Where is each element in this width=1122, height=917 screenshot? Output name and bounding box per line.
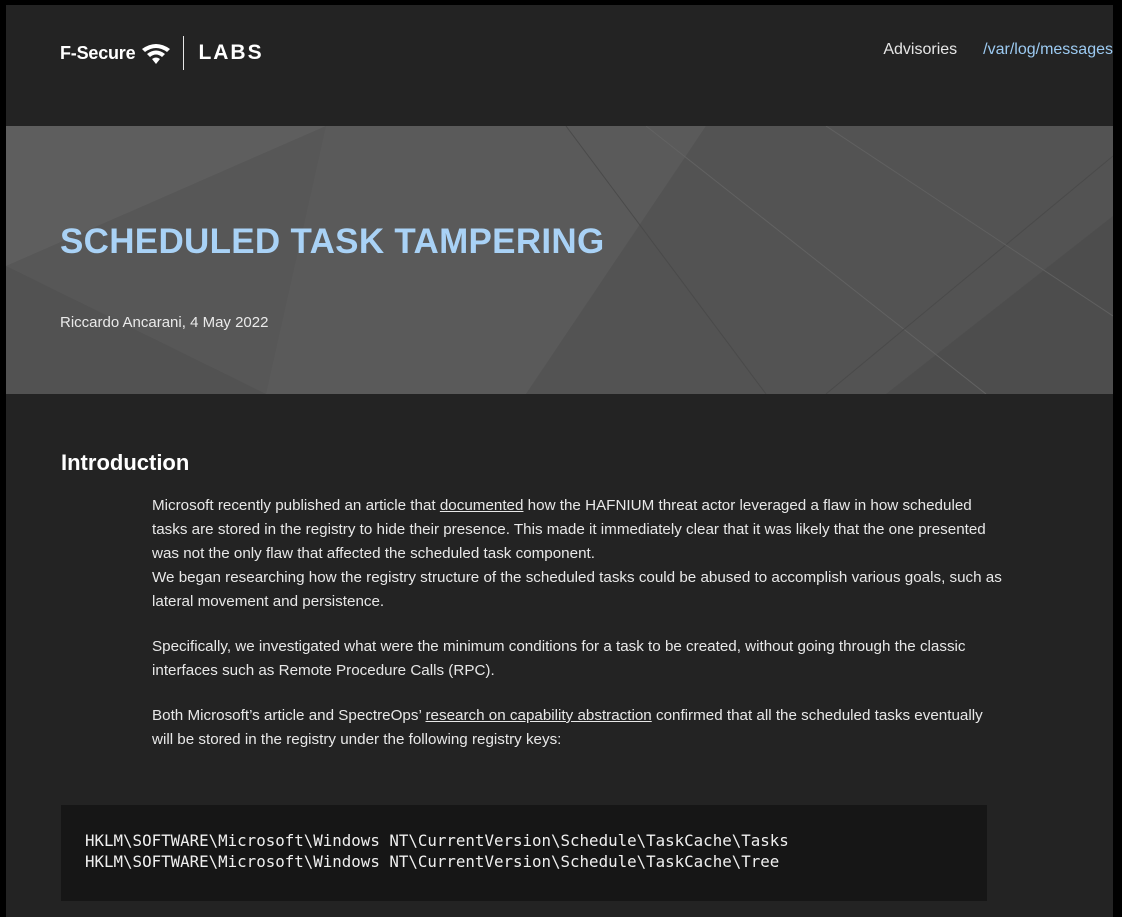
article-body: Introduction Microsoft recently publishe… bbox=[6, 394, 1113, 917]
main-nav: Advisories /var/log/messages bbox=[883, 41, 1113, 59]
section-heading-introduction: Introduction bbox=[61, 450, 190, 475]
code-line-tasks: HKLM\SOFTWARE\Microsoft\Windows NT\Curre… bbox=[85, 831, 789, 850]
article-text: Microsoft recently published an article … bbox=[152, 494, 1002, 773]
registry-keys-code-block: HKLM\SOFTWARE\Microsoft\Windows NT\Curre… bbox=[61, 805, 987, 901]
article-title: SCHEDULED TASK TAMPERING bbox=[60, 222, 605, 261]
paragraph-1-text-start: Microsoft recently published an article … bbox=[152, 497, 440, 514]
article-hero: SCHEDULED TASK TAMPERING Riccardo Ancara… bbox=[6, 126, 1113, 394]
wifi-signal-icon bbox=[142, 44, 171, 64]
paragraph-2: Specifically, we investigated what were … bbox=[152, 638, 966, 679]
logo-divider bbox=[183, 36, 185, 70]
article-byline: Riccardo Ancarani, 4 May 2022 bbox=[60, 314, 269, 331]
paragraph-1-second-sentence: We began researching how the registry st… bbox=[152, 569, 1002, 610]
documented-link[interactable]: documented bbox=[440, 497, 524, 514]
logo-labs-text: LABS bbox=[198, 41, 264, 64]
site-logo[interactable]: F-Secure LABS bbox=[60, 35, 264, 71]
logo-brand-text: F-Secure bbox=[60, 42, 136, 63]
nav-link-advisories[interactable]: Advisories bbox=[883, 41, 957, 59]
nav-link-var-log-messages[interactable]: /var/log/messages bbox=[983, 41, 1113, 59]
paragraph-1: Microsoft recently published an article … bbox=[152, 494, 1002, 614]
paragraph-3-text-start: Both Microsoft’s article and SpectreOps’ bbox=[152, 707, 426, 724]
capability-abstraction-link[interactable]: research on capability abstraction bbox=[426, 707, 652, 724]
page: F-Secure LABS Advisories /var/log/messag… bbox=[6, 5, 1113, 917]
paragraph-3: Both Microsoft’s article and SpectreOps’… bbox=[152, 704, 1002, 752]
site-header: F-Secure LABS Advisories /var/log/messag… bbox=[6, 5, 1113, 126]
code-line-tree: HKLM\SOFTWARE\Microsoft\Windows NT\Curre… bbox=[85, 852, 780, 871]
